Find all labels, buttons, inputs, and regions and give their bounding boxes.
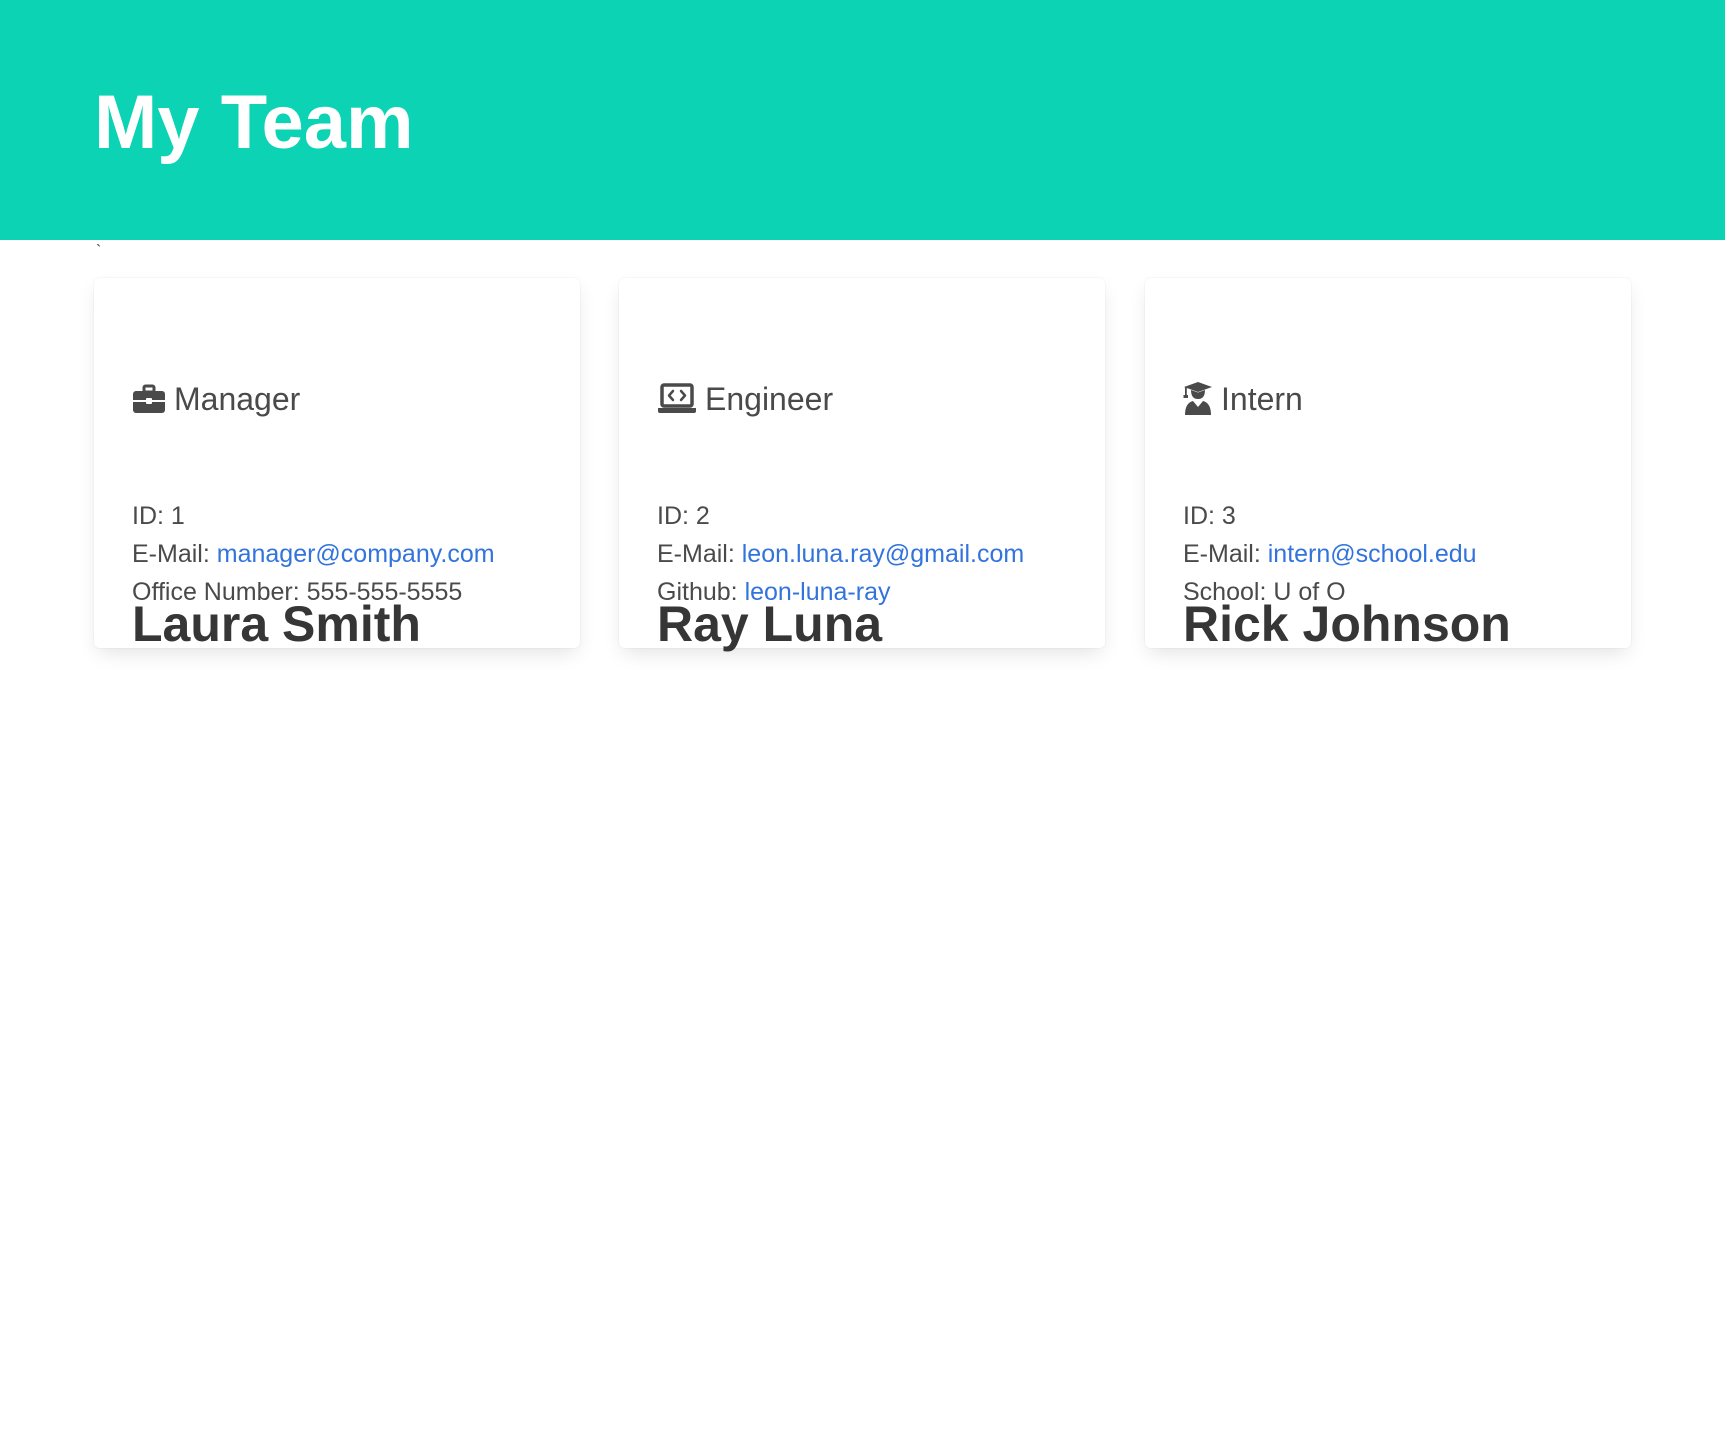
id-row: ID: 2 <box>657 497 1024 535</box>
email-row: E-Mail: leon.luna.ray@gmail.com <box>657 535 1024 573</box>
role-label: Manager <box>174 381 301 417</box>
team-card-engineer: Ray Luna Engineer ID: 2 E-Mail: leon.lun… <box>619 278 1105 652</box>
school-row: School: U of O <box>1183 573 1477 611</box>
id-value: 2 <box>695 502 710 530</box>
employee-details: ID: 1 E-Mail: manager@company.com Office… <box>132 497 495 611</box>
email-link[interactable]: manager@company.com <box>217 540 495 568</box>
employee-details: ID: 3 E-Mail: intern@school.edu School: … <box>1183 497 1477 611</box>
laptop-code-icon <box>657 382 697 416</box>
office-number-value: 555-555-5555 <box>306 578 463 606</box>
school-value: U of O <box>1273 578 1346 606</box>
id-row: ID: 3 <box>1183 497 1477 535</box>
id-label: ID: <box>657 502 689 530</box>
school-label: School: <box>1183 578 1267 606</box>
employee-role: Engineer <box>657 379 833 419</box>
email-row: E-Mail: manager@company.com <box>132 535 495 573</box>
github-label: Github: <box>657 578 738 606</box>
role-label: Engineer <box>705 381 834 417</box>
email-link[interactable]: leon.luna.ray@gmail.com <box>742 540 1024 568</box>
id-row: ID: 1 <box>132 497 495 535</box>
briefcase-icon <box>132 382 166 416</box>
team-card-intern: Rick Johnson Intern ID: 3 E-Mail: intern… <box>1145 278 1631 652</box>
email-row: E-Mail: intern@school.edu <box>1183 535 1477 573</box>
employee-role: Manager <box>132 379 300 419</box>
email-link[interactable]: intern@school.edu <box>1268 540 1477 568</box>
id-value: 3 <box>1221 502 1236 530</box>
email-label: E-Mail: <box>657 540 735 568</box>
stray-character: ` <box>96 243 102 260</box>
role-label: Intern <box>1221 381 1303 417</box>
id-label: ID: <box>132 502 164 530</box>
page-title: My Team <box>94 80 414 165</box>
employee-role: Intern <box>1183 379 1303 419</box>
employee-details: ID: 2 E-Mail: leon.luna.ray@gmail.com Gi… <box>657 497 1024 611</box>
graduate-icon <box>1183 382 1213 416</box>
github-row: Github: leon-luna-ray <box>657 573 1024 611</box>
id-value: 1 <box>170 502 185 530</box>
team-card-manager: Laura Smith Manager ID: 1 E-Mail: manage… <box>94 278 580 652</box>
email-label: E-Mail: <box>132 540 210 568</box>
hero-header: My Team <box>0 0 1725 240</box>
office-number-label: Office Number: <box>132 578 300 606</box>
office-number-row: Office Number: 555-555-5555 <box>132 573 495 611</box>
github-link[interactable]: leon-luna-ray <box>745 578 891 606</box>
id-label: ID: <box>1183 502 1215 530</box>
email-label: E-Mail: <box>1183 540 1261 568</box>
